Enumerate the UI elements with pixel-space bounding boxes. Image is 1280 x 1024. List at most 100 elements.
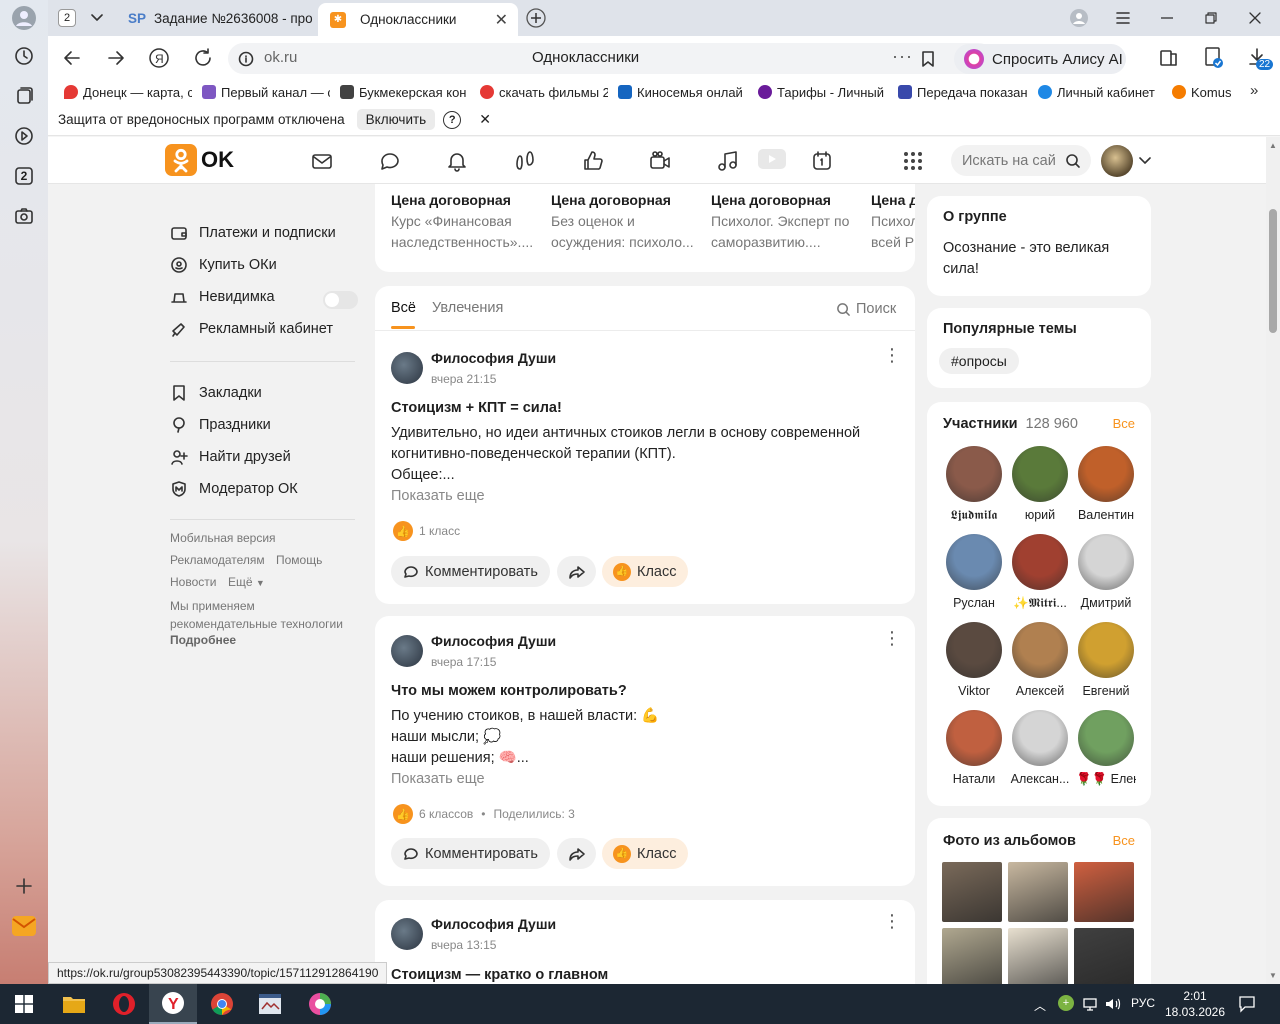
member-item[interactable]: Viktor xyxy=(944,622,1004,698)
post-menu-icon[interactable]: ⋮ xyxy=(883,912,901,930)
member-avatar[interactable] xyxy=(946,710,1002,766)
member-avatar[interactable] xyxy=(1012,534,1068,590)
footer-details-link[interactable]: Подробнее xyxy=(170,633,236,647)
events-like-icon[interactable] xyxy=(581,149,605,173)
bookmark-tarify[interactable]: Тарифы - Личный xyxy=(758,85,888,100)
post-time[interactable]: вчера 13:15 xyxy=(431,938,496,952)
notifications-center-icon[interactable] xyxy=(1238,995,1256,1013)
member-avatar[interactable] xyxy=(1078,534,1134,590)
screenshot-icon[interactable] xyxy=(10,202,38,230)
post-menu-icon[interactable]: ⋮ xyxy=(883,629,901,647)
member-name[interactable]: Viktor xyxy=(944,684,1004,698)
url-field[interactable]: ok.ru Одноклассники ··· xyxy=(228,43,994,74)
course-card[interactable]: Цена д Психол всей Р xyxy=(871,192,915,253)
site-info-icon[interactable] xyxy=(238,51,254,67)
avatar-chevron-down-icon[interactable] xyxy=(1139,157,1151,165)
likes-summary[interactable]: 👍 1 класс xyxy=(393,521,460,541)
member-item[interactable]: 𝕷𝖏𝖚𝖉𝖒𝖎𝖑𝖆 xyxy=(944,446,1004,523)
scrollbar-thumb[interactable] xyxy=(1269,209,1277,333)
collections-icon[interactable] xyxy=(10,82,38,110)
post-author[interactable]: Философия Души xyxy=(431,633,556,649)
member-name[interactable]: Алексан... xyxy=(1010,772,1070,786)
bookmarks-overflow-icon[interactable]: » xyxy=(1250,82,1258,99)
app-window-icon[interactable] xyxy=(246,984,294,1024)
member-name[interactable]: Евгений xyxy=(1076,684,1136,698)
mail-icon[interactable] xyxy=(10,912,38,940)
menu-buy-oki[interactable]: Купить ОКи xyxy=(170,256,277,274)
discussions-icon[interactable] xyxy=(378,149,402,173)
color-app-icon[interactable] xyxy=(296,984,344,1024)
bookmark-peredacha[interactable]: Передача показан xyxy=(898,85,1028,100)
klass-button[interactable]: 👍 Класс xyxy=(602,838,688,869)
member-item[interactable]: 🌹🌹 Елена xyxy=(1076,710,1136,787)
album-photo[interactable] xyxy=(1008,862,1068,922)
member-item[interactable]: Дмитрий xyxy=(1076,534,1136,610)
course-card[interactable]: Цена договорная Курс «Финансовая наследст… xyxy=(391,192,541,253)
bookmark-kinosemya[interactable]: Киносемья онлай xyxy=(618,85,748,100)
bookmark-perviy[interactable]: Первый канал — с xyxy=(202,85,330,100)
back-icon[interactable] xyxy=(62,48,82,68)
menu-find-friends[interactable]: Найти друзей xyxy=(170,448,291,466)
shares-count[interactable]: Поделились: 3 xyxy=(493,807,574,821)
ask-alice-button[interactable]: Спросить Алису AI xyxy=(954,44,1126,74)
guests-icon[interactable] xyxy=(513,149,537,173)
bookmark-komus[interactable]: Komus xyxy=(1172,85,1252,100)
apps-grid-icon[interactable] xyxy=(901,149,925,173)
member-name[interactable]: Валентин xyxy=(1076,508,1136,522)
language-indicator[interactable]: РУС xyxy=(1131,996,1155,1010)
feed-search-button[interactable]: Поиск xyxy=(836,301,896,317)
page-scrollbar[interactable]: ▲ ▼ xyxy=(1266,137,1280,984)
member-avatar[interactable] xyxy=(946,622,1002,678)
member-item[interactable]: Алексей xyxy=(1010,622,1070,698)
yandex-icon[interactable]: Я xyxy=(148,47,170,69)
menu-holidays[interactable]: Праздники xyxy=(170,416,271,434)
close-tab-icon[interactable]: ✕ xyxy=(495,10,508,30)
group-avatar[interactable] xyxy=(391,635,423,667)
post-text[interactable]: По учению стоиков, в нашей власти: 💪 наш… xyxy=(391,706,659,769)
member-avatar[interactable] xyxy=(946,446,1002,502)
profile-icon[interactable] xyxy=(10,4,38,32)
post-time[interactable]: вчера 21:15 xyxy=(431,372,496,386)
calendar-icon[interactable] xyxy=(810,149,834,173)
tray-expand-icon[interactable]: ︿ xyxy=(1034,997,1046,1014)
footer-news-link[interactable]: Новости xyxy=(170,575,216,589)
scroll-up-icon[interactable]: ▲ xyxy=(1269,141,1277,150)
volume-icon[interactable] xyxy=(1104,996,1122,1012)
member-avatar[interactable] xyxy=(1012,446,1068,502)
enable-protection-button[interactable]: Включить xyxy=(356,109,436,130)
member-avatar[interactable] xyxy=(1012,710,1068,766)
course-card[interactable]: Цена договорная Без оценок и осуждения: п… xyxy=(551,192,701,253)
tab-odnoklassniki[interactable]: ✱ Одноклассники ✕ xyxy=(318,3,518,36)
bookmark-kabinet[interactable]: Личный кабинет xyxy=(1038,85,1162,100)
klass-button[interactable]: 👍 Класс xyxy=(602,556,688,587)
chrome-icon[interactable] xyxy=(198,984,246,1024)
post-menu-icon[interactable]: ⋮ xyxy=(883,346,901,364)
ok-search-input[interactable]: Искать на сай xyxy=(951,145,1091,176)
tray-app-icon[interactable]: + xyxy=(1058,995,1074,1011)
reader-icon[interactable] xyxy=(1158,47,1180,69)
member-item[interactable]: Валентин xyxy=(1076,446,1136,522)
add-panel-icon[interactable] xyxy=(10,872,38,900)
topic-tag[interactable]: #опросы xyxy=(939,348,1019,374)
album-photo[interactable] xyxy=(1074,862,1134,922)
post-title[interactable]: Стоицизм — кратко о главном xyxy=(391,967,608,983)
bookmark-filmy[interactable]: скачать фильмы 2 xyxy=(480,85,608,100)
group-avatar[interactable] xyxy=(391,918,423,950)
forward-icon[interactable] xyxy=(106,48,126,68)
close-window-icon[interactable] xyxy=(1234,0,1276,36)
menu-bookmarks[interactable]: Закладки xyxy=(170,384,262,402)
group-avatar[interactable] xyxy=(391,352,423,384)
bookmark-donetsk[interactable]: Донецк — карта, с xyxy=(64,85,192,100)
member-avatar[interactable] xyxy=(946,534,1002,590)
post-author[interactable]: Философия Души xyxy=(431,350,556,366)
album-photo[interactable] xyxy=(1008,928,1068,984)
album-photo[interactable] xyxy=(942,862,1002,922)
member-name[interactable]: Алексей xyxy=(1010,684,1070,698)
bookmark-bukmeker[interactable]: Букмекерская кон xyxy=(340,85,470,100)
member-item[interactable]: ✨𝕸𝖎𝖙𝖗𝖎... xyxy=(1010,534,1070,611)
comment-button[interactable]: Комментировать xyxy=(391,556,550,587)
post-author[interactable]: Философия Души xyxy=(431,916,556,932)
restore-icon[interactable] xyxy=(1190,0,1232,36)
menu-moderator[interactable]: Модератор ОК xyxy=(170,480,298,498)
help-icon[interactable]: ? xyxy=(443,110,462,129)
